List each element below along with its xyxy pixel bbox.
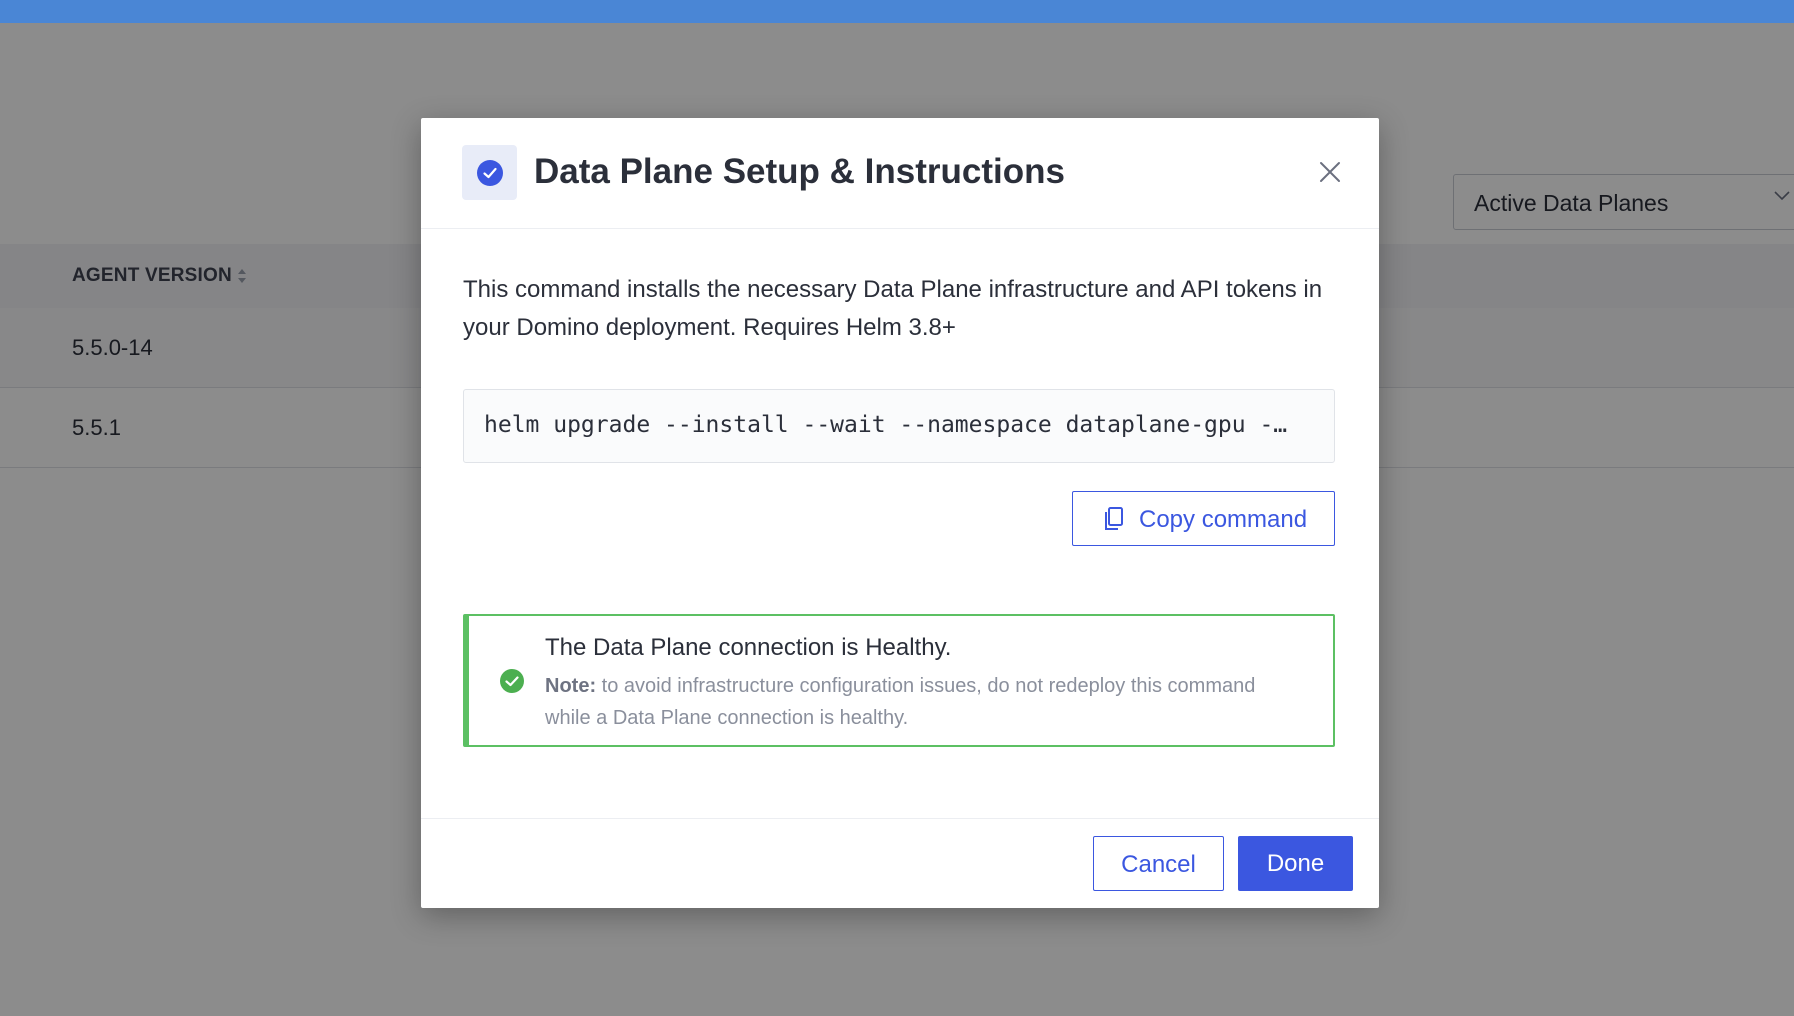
- check-circle-icon: [462, 145, 517, 200]
- done-button-label: Done: [1266, 850, 1325, 877]
- status-note-label: Note:: [545, 675, 597, 697]
- copy-command-button[interactable]: Copy command: [1072, 491, 1335, 546]
- status-title: The Data Plane connection is Healthy.: [545, 634, 952, 661]
- close-icon[interactable]: [1314, 156, 1346, 188]
- cancel-button-label: Cancel: [1121, 851, 1196, 878]
- top-bar: [0, 0, 1794, 23]
- copy-command-label: Copy command: [1139, 506, 1308, 533]
- done-button[interactable]: Done: [1238, 836, 1353, 891]
- cancel-button[interactable]: Cancel: [1093, 836, 1224, 891]
- success-check-icon: [500, 669, 524, 693]
- data-plane-setup-modal: Data Plane Setup & Instructions This com…: [421, 118, 1379, 908]
- modal-footer: Cancel Done: [421, 818, 1379, 908]
- command-box[interactable]: helm upgrade --install --wait --namespac…: [463, 389, 1335, 463]
- modal-description: This command installs the necessary Data…: [463, 276, 1323, 341]
- copy-icon: [1105, 507, 1123, 530]
- status-note-text: to avoid infrastructure configuration is…: [545, 675, 1256, 729]
- status-note: Note: to avoid infrastructure configurat…: [545, 670, 1305, 734]
- connection-status-alert: The Data Plane connection is Healthy. No…: [463, 614, 1335, 747]
- helm-command-text[interactable]: helm upgrade --install --wait --namespac…: [484, 412, 1324, 438]
- modal-header: Data Plane Setup & Instructions: [421, 118, 1379, 229]
- modal-title: Data Plane Setup & Instructions: [534, 152, 1065, 191]
